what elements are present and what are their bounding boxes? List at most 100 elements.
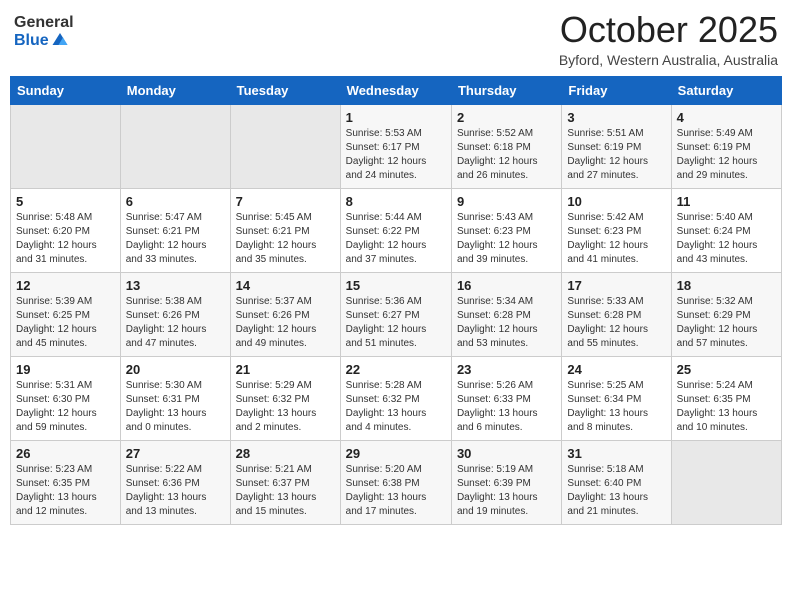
day-info: Sunrise: 5:52 AM Sunset: 6:18 PM Dayligh… bbox=[457, 127, 556, 183]
logo-blue-text: Blue bbox=[14, 32, 49, 50]
calendar-header-row: SundayMondayTuesdayWednesdayThursdayFrid… bbox=[11, 76, 782, 104]
calendar-cell bbox=[11, 104, 121, 188]
day-info: Sunrise: 5:22 AM Sunset: 6:36 PM Dayligh… bbox=[126, 463, 225, 519]
day-info: Sunrise: 5:21 AM Sunset: 6:37 PM Dayligh… bbox=[236, 463, 335, 519]
day-info: Sunrise: 5:25 AM Sunset: 6:34 PM Dayligh… bbox=[567, 379, 665, 435]
day-number: 17 bbox=[567, 278, 665, 293]
calendar-cell: 23Sunrise: 5:26 AM Sunset: 6:33 PM Dayli… bbox=[451, 356, 561, 440]
day-info: Sunrise: 5:28 AM Sunset: 6:32 PM Dayligh… bbox=[346, 379, 446, 435]
day-info: Sunrise: 5:36 AM Sunset: 6:27 PM Dayligh… bbox=[346, 295, 446, 351]
day-info: Sunrise: 5:47 AM Sunset: 6:21 PM Dayligh… bbox=[126, 211, 225, 267]
calendar-cell bbox=[120, 104, 230, 188]
day-number: 16 bbox=[457, 278, 556, 293]
calendar-cell: 13 Sunrise: 5:38 AM Sunset: 6:26 PM Dayli… bbox=[120, 272, 230, 356]
title-section: October 2025 Byford, Western Australia, … bbox=[559, 10, 778, 68]
day-info: Sunrise: 5:31 AM Sunset: 6:30 PM Dayligh… bbox=[16, 379, 115, 435]
weekday-header: Monday bbox=[120, 76, 230, 104]
calendar-cell: 15 Sunrise: 5:36 AM Sunset: 6:27 PM Dayli… bbox=[340, 272, 451, 356]
calendar-cell: 29Sunrise: 5:20 AM Sunset: 6:38 PM Dayli… bbox=[340, 440, 451, 524]
calendar-cell: 4Sunrise: 5:49 AM Sunset: 6:19 PM Daylig… bbox=[671, 104, 781, 188]
calendar-cell: 6 Sunrise: 5:47 AM Sunset: 6:21 PM Daylig… bbox=[120, 188, 230, 272]
day-info: Sunrise: 5:51 AM Sunset: 6:19 PM Dayligh… bbox=[567, 127, 665, 183]
day-number: 1 bbox=[346, 110, 446, 125]
weekday-header: Wednesday bbox=[340, 76, 451, 104]
day-info: Sunrise: 5:45 AM Sunset: 6:21 PM Dayligh… bbox=[236, 211, 335, 267]
day-info: Sunrise: 5:42 AM Sunset: 6:23 PM Dayligh… bbox=[567, 211, 665, 267]
day-number: 3 bbox=[567, 110, 665, 125]
calendar-cell: 28Sunrise: 5:21 AM Sunset: 6:37 PM Dayli… bbox=[230, 440, 340, 524]
day-number: 5 bbox=[16, 194, 115, 209]
day-number: 22 bbox=[346, 362, 446, 377]
logo-general-text: General bbox=[14, 14, 74, 32]
calendar-cell: 1 Sunrise: 5:53 AM Sunset: 6:17 PM Daylig… bbox=[340, 104, 451, 188]
calendar-cell: 26 Sunrise: 5:23 AM Sunset: 6:35 PM Dayli… bbox=[11, 440, 121, 524]
calendar-cell: 10 Sunrise: 5:42 AM Sunset: 6:23 PM Dayli… bbox=[562, 188, 671, 272]
day-info: Sunrise: 5:38 AM Sunset: 6:26 PM Dayligh… bbox=[126, 295, 225, 351]
day-info: Sunrise: 5:32 AM Sunset: 6:29 PM Dayligh… bbox=[677, 295, 776, 351]
day-number: 26 bbox=[16, 446, 115, 461]
day-number: 6 bbox=[126, 194, 225, 209]
day-number: 13 bbox=[126, 278, 225, 293]
day-number: 21 bbox=[236, 362, 335, 377]
calendar-cell: 20 Sunrise: 5:30 AM Sunset: 6:31 PM Dayli… bbox=[120, 356, 230, 440]
calendar-cell: 5Sunrise: 5:48 AM Sunset: 6:20 PM Daylig… bbox=[11, 188, 121, 272]
calendar-week-row: 26 Sunrise: 5:23 AM Sunset: 6:35 PM Dayli… bbox=[11, 440, 782, 524]
calendar-week-row: 12 Sunrise: 5:39 AM Sunset: 6:25 PM Dayli… bbox=[11, 272, 782, 356]
calendar-cell: 25Sunrise: 5:24 AM Sunset: 6:35 PM Dayli… bbox=[671, 356, 781, 440]
day-info: Sunrise: 5:20 AM Sunset: 6:38 PM Dayligh… bbox=[346, 463, 446, 519]
day-info: Sunrise: 5:33 AM Sunset: 6:28 PM Dayligh… bbox=[567, 295, 665, 351]
weekday-header: Thursday bbox=[451, 76, 561, 104]
logo-icon bbox=[51, 30, 69, 48]
day-info: Sunrise: 5:26 AM Sunset: 6:33 PM Dayligh… bbox=[457, 379, 556, 435]
day-info: Sunrise: 5:18 AM Sunset: 6:40 PM Dayligh… bbox=[567, 463, 665, 519]
calendar-cell: 12 Sunrise: 5:39 AM Sunset: 6:25 PM Dayli… bbox=[11, 272, 121, 356]
day-number: 19 bbox=[16, 362, 115, 377]
calendar-week-row: 5Sunrise: 5:48 AM Sunset: 6:20 PM Daylig… bbox=[11, 188, 782, 272]
calendar-cell: 16Sunrise: 5:34 AM Sunset: 6:28 PM Dayli… bbox=[451, 272, 561, 356]
calendar-week-row: 1 Sunrise: 5:53 AM Sunset: 6:17 PM Daylig… bbox=[11, 104, 782, 188]
day-number: 2 bbox=[457, 110, 556, 125]
weekday-header: Saturday bbox=[671, 76, 781, 104]
day-info: Sunrise: 5:30 AM Sunset: 6:31 PM Dayligh… bbox=[126, 379, 225, 435]
calendar-cell: 30Sunrise: 5:19 AM Sunset: 6:39 PM Dayli… bbox=[451, 440, 561, 524]
calendar-table: SundayMondayTuesdayWednesdayThursdayFrid… bbox=[10, 76, 782, 525]
day-info: Sunrise: 5:53 AM Sunset: 6:17 PM Dayligh… bbox=[346, 127, 446, 183]
day-number: 12 bbox=[16, 278, 115, 293]
calendar-cell bbox=[671, 440, 781, 524]
calendar-cell: 7 Sunrise: 5:45 AM Sunset: 6:21 PM Daylig… bbox=[230, 188, 340, 272]
page-title: October 2025 bbox=[559, 10, 778, 50]
day-number: 9 bbox=[457, 194, 556, 209]
day-number: 4 bbox=[677, 110, 776, 125]
day-number: 20 bbox=[126, 362, 225, 377]
calendar-cell: 8 Sunrise: 5:44 AM Sunset: 6:22 PM Daylig… bbox=[340, 188, 451, 272]
calendar-week-row: 19 Sunrise: 5:31 AM Sunset: 6:30 PM Dayli… bbox=[11, 356, 782, 440]
day-info: Sunrise: 5:40 AM Sunset: 6:24 PM Dayligh… bbox=[677, 211, 776, 267]
day-number: 25 bbox=[677, 362, 776, 377]
day-info: Sunrise: 5:39 AM Sunset: 6:25 PM Dayligh… bbox=[16, 295, 115, 351]
day-number: 10 bbox=[567, 194, 665, 209]
calendar-cell: 24 Sunrise: 5:25 AM Sunset: 6:34 PM Dayli… bbox=[562, 356, 671, 440]
day-info: Sunrise: 5:19 AM Sunset: 6:39 PM Dayligh… bbox=[457, 463, 556, 519]
weekday-header: Friday bbox=[562, 76, 671, 104]
page-header: General Blue October 2025 Byford, Wester… bbox=[10, 10, 782, 68]
calendar-cell: 27Sunrise: 5:22 AM Sunset: 6:36 PM Dayli… bbox=[120, 440, 230, 524]
calendar-cell: 17 Sunrise: 5:33 AM Sunset: 6:28 PM Dayli… bbox=[562, 272, 671, 356]
calendar-cell: 18 Sunrise: 5:32 AM Sunset: 6:29 PM Dayli… bbox=[671, 272, 781, 356]
day-info: Sunrise: 5:23 AM Sunset: 6:35 PM Dayligh… bbox=[16, 463, 115, 519]
page-subtitle: Byford, Western Australia, Australia bbox=[559, 52, 778, 68]
day-number: 15 bbox=[346, 278, 446, 293]
calendar-cell: 19 Sunrise: 5:31 AM Sunset: 6:30 PM Dayli… bbox=[11, 356, 121, 440]
calendar-cell: 2 Sunrise: 5:52 AM Sunset: 6:18 PM Daylig… bbox=[451, 104, 561, 188]
day-info: Sunrise: 5:37 AM Sunset: 6:26 PM Dayligh… bbox=[236, 295, 335, 351]
calendar-cell: 9 Sunrise: 5:43 AM Sunset: 6:23 PM Daylig… bbox=[451, 188, 561, 272]
day-number: 24 bbox=[567, 362, 665, 377]
day-info: Sunrise: 5:43 AM Sunset: 6:23 PM Dayligh… bbox=[457, 211, 556, 267]
calendar-cell: 11Sunrise: 5:40 AM Sunset: 6:24 PM Dayli… bbox=[671, 188, 781, 272]
day-number: 8 bbox=[346, 194, 446, 209]
calendar-cell: 31 Sunrise: 5:18 AM Sunset: 6:40 PM Dayli… bbox=[562, 440, 671, 524]
day-number: 7 bbox=[236, 194, 335, 209]
day-number: 18 bbox=[677, 278, 776, 293]
day-info: Sunrise: 5:44 AM Sunset: 6:22 PM Dayligh… bbox=[346, 211, 446, 267]
day-number: 31 bbox=[567, 446, 665, 461]
calendar-cell: 14Sunrise: 5:37 AM Sunset: 6:26 PM Dayli… bbox=[230, 272, 340, 356]
